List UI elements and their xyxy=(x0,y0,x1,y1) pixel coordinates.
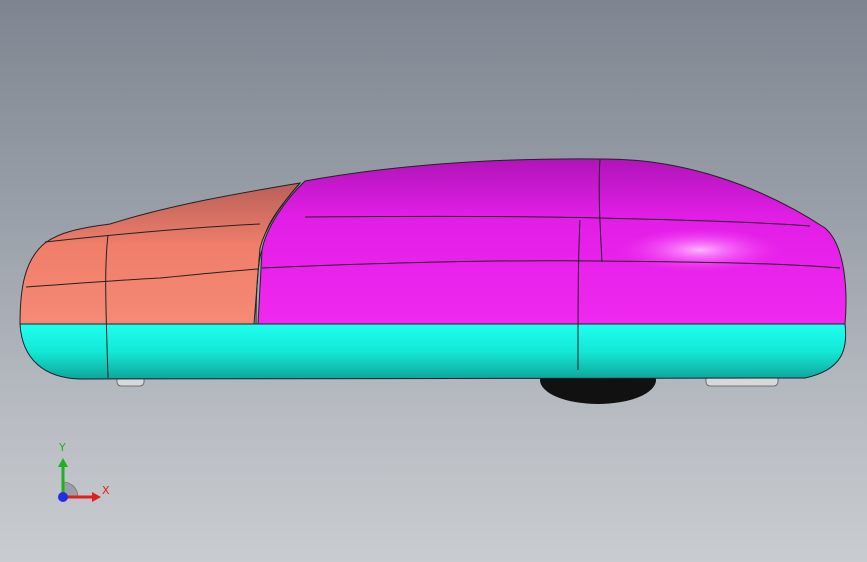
x-axis-arrowhead xyxy=(92,492,101,502)
nose-panel xyxy=(19,182,302,325)
underbody-panel xyxy=(19,323,847,380)
car-body-model[interactable] xyxy=(0,0,867,562)
reference-triad: Y X xyxy=(40,438,120,518)
x-axis-label: X xyxy=(102,484,110,497)
specular-highlight xyxy=(620,228,780,272)
z-axis-dot xyxy=(58,492,68,502)
y-axis-arrowhead xyxy=(58,458,68,467)
graphics-viewport[interactable]: Y X xyxy=(0,0,867,562)
y-axis-label: Y xyxy=(59,441,66,454)
